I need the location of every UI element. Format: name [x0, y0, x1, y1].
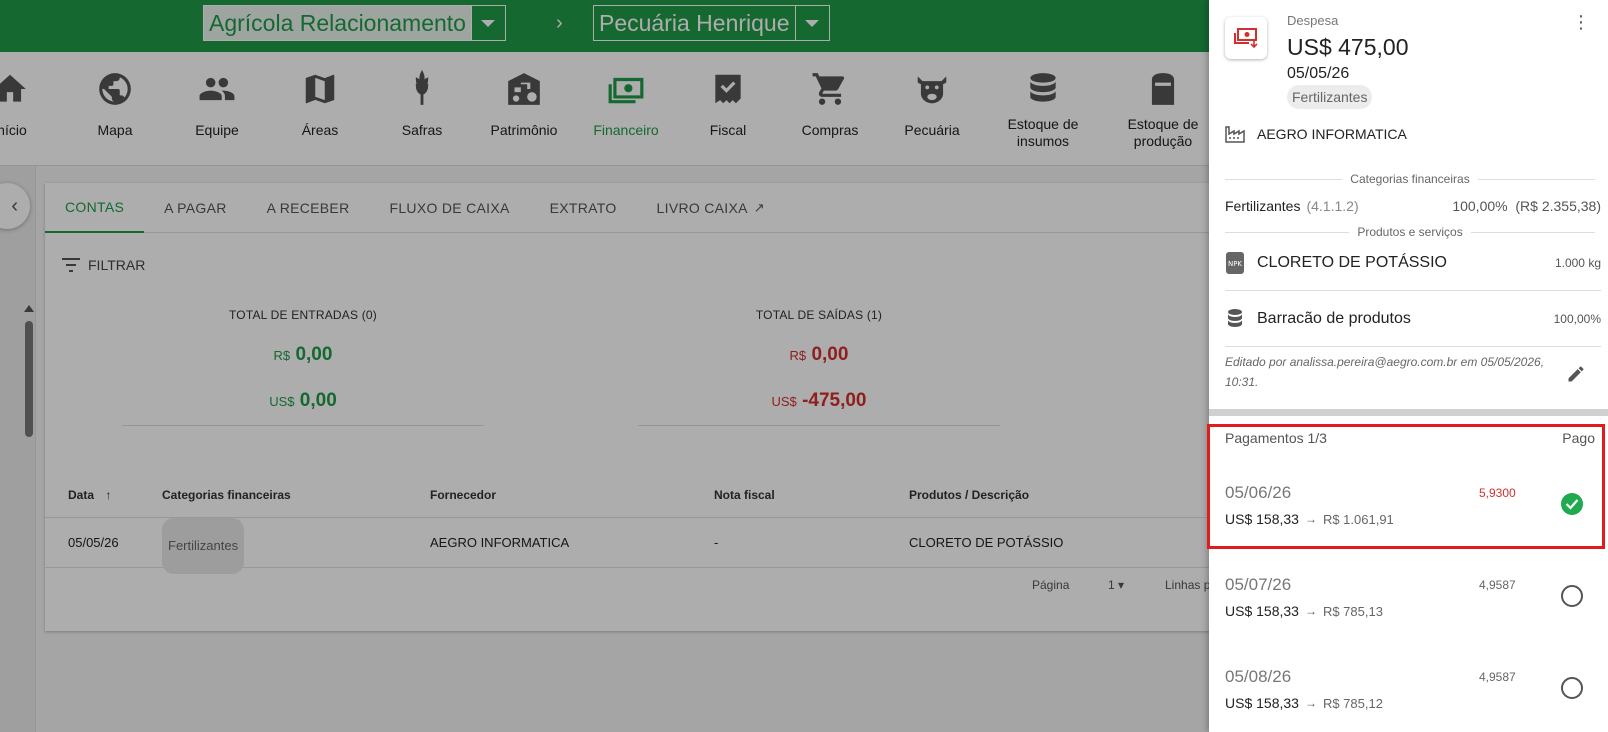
fin-category-name: Fertilizantes — [1225, 198, 1301, 214]
product-quantity: 1.000 kg — [1554, 255, 1601, 270]
factory-icon — [1225, 126, 1245, 143]
payment-brl: R$ 785,13 — [1322, 603, 1383, 619]
transaction-amount: US$ 475,00 — [1287, 34, 1409, 60]
supplier-name: AEGRO INFORMATICA — [1257, 126, 1407, 142]
unpaid-circle-icon[interactable] — [1561, 585, 1583, 607]
fin-category-code: (4.1.1.2) — [1306, 198, 1359, 214]
edited-by-text: Editado por analissa.pereira@aegro.com.b… — [1225, 355, 1545, 389]
payment-brl: R$ 785,12 — [1322, 695, 1383, 711]
payment-row[interactable]: 05/08/26 US$ 158,33 → R$ 785,12 4,9587 — [1225, 667, 1595, 732]
transaction-date: 05/05/26 — [1287, 65, 1350, 82]
unpaid-circle-icon[interactable] — [1561, 677, 1583, 699]
payment-row[interactable]: 05/07/26 US$ 158,33 → R$ 785,13 4,9587 — [1225, 575, 1595, 645]
payment-usd: US$ 158,33 — [1225, 695, 1299, 711]
cash-out-icon — [1234, 28, 1258, 49]
npk-fertilizer-icon: NPK — [1226, 251, 1244, 274]
section-label: Categorias financeiras — [1350, 172, 1470, 186]
svg-text:NPK: NPK — [1228, 260, 1242, 268]
fin-category-values: 100,00% (R$ 2.355,38) — [1452, 198, 1601, 214]
payment-amounts: US$ 158,33 → R$ 785,12 — [1225, 695, 1383, 711]
fin-category-amount: (R$ 2.355,38) — [1515, 198, 1601, 214]
arrow-right-icon: → — [1304, 696, 1317, 710]
section-title-financial-categories: Categorias financeiras — [1225, 172, 1595, 186]
more-vert-icon[interactable]: ⋮ — [1572, 12, 1590, 33]
storage-row[interactable]: Barracão de produtos 100,00% — [1225, 291, 1601, 347]
arrow-right-icon: → — [1304, 604, 1317, 618]
database-icon — [1228, 308, 1242, 327]
supplier-row: AEGRO INFORMATICA — [1225, 125, 1407, 143]
pencil-icon — [1568, 366, 1584, 382]
payment-amounts: US$ 158,33 → R$ 785,13 — [1225, 603, 1383, 619]
edit-button[interactable] — [1566, 364, 1586, 389]
payment-usd: US$ 158,33 — [1225, 603, 1299, 619]
highlight-box — [1207, 424, 1605, 549]
payment-exchange-rate: 4,9587 — [1479, 670, 1516, 684]
product-name: CLORETO DE POTÁSSIO — [1257, 253, 1447, 271]
expense-type-icon — [1225, 17, 1267, 59]
category-chip: Fertilizantes — [1287, 85, 1373, 109]
fin-category-share: 100,00% — [1452, 198, 1508, 214]
expense-detail-drawer: Despesa US$ 475,00 05/05/26 Fertilizante… — [1209, 0, 1608, 732]
financial-category-row: Fertilizantes (4.1.1.2) 100,00% (R$ 2.355… — [1225, 198, 1601, 214]
payment-date: 05/07/26 — [1225, 575, 1292, 594]
transaction-type: Despesa — [1287, 13, 1339, 28]
product-row[interactable]: NPK CLORETO DE POTÁSSIO 1.000 kg — [1225, 235, 1601, 291]
storage-name: Barracão de produtos — [1257, 309, 1411, 327]
payment-date: 05/08/26 — [1225, 667, 1292, 686]
section-divider — [1209, 409, 1608, 416]
storage-share: 100,00% — [1553, 311, 1601, 326]
payment-exchange-rate: 4,9587 — [1479, 578, 1516, 592]
